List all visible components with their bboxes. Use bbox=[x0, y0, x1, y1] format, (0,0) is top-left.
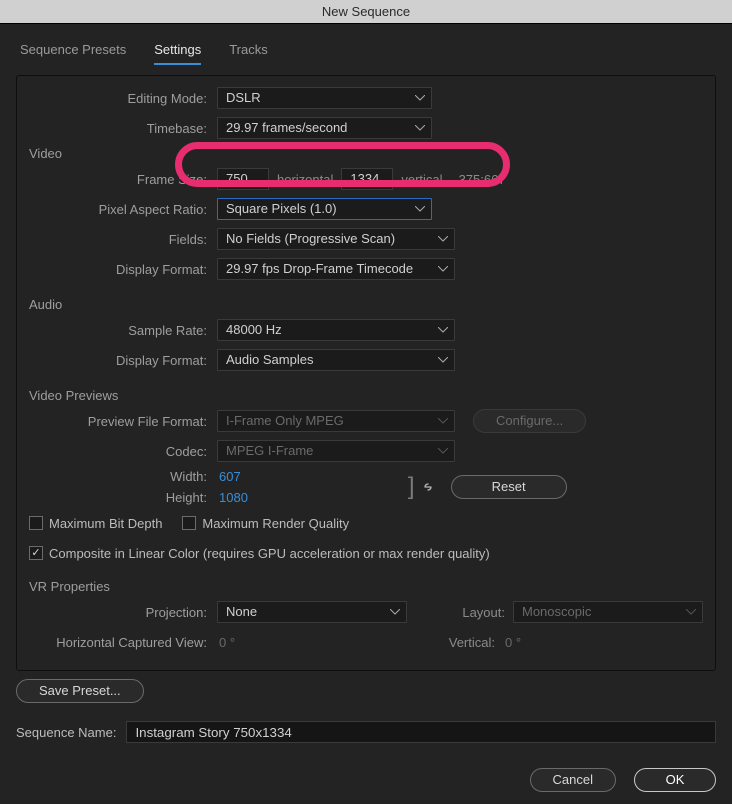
chevron-down-icon bbox=[415, 95, 425, 101]
vcaptured-label: Vertical: bbox=[435, 635, 495, 650]
chevron-down-icon bbox=[686, 609, 696, 615]
projection-label: Projection: bbox=[29, 605, 217, 620]
configure-button: Configure... bbox=[473, 409, 586, 433]
preview-height-value[interactable]: 1080 bbox=[219, 490, 248, 505]
bracket-icon: ] bbox=[398, 475, 419, 499]
chevron-down-icon bbox=[415, 206, 425, 212]
editing-mode-select[interactable]: DSLR bbox=[217, 87, 432, 109]
frame-width-input[interactable]: 750 bbox=[217, 168, 269, 190]
timebase-label: Timebase: bbox=[29, 121, 217, 136]
layout-select: Monoscopic bbox=[513, 601, 703, 623]
chevron-down-icon bbox=[438, 327, 448, 333]
max-bit-depth-label: Maximum Bit Depth bbox=[49, 516, 162, 531]
checkbox-box bbox=[182, 516, 196, 530]
cancel-button[interactable]: Cancel bbox=[530, 768, 616, 792]
chevron-down-icon bbox=[438, 266, 448, 272]
preview-fileformat-value: I-Frame Only MPEG bbox=[226, 413, 344, 428]
par-select[interactable]: Square Pixels (1.0) bbox=[217, 198, 432, 220]
layout-value: Monoscopic bbox=[522, 604, 591, 619]
max-render-quality-checkbox[interactable]: Maximum Render Quality bbox=[182, 516, 349, 531]
save-preset-button[interactable]: Save Preset... bbox=[16, 679, 144, 703]
projection-select[interactable]: None bbox=[217, 601, 407, 623]
tab-tracks[interactable]: Tracks bbox=[229, 38, 268, 65]
dialog-title: New Sequence bbox=[0, 0, 732, 24]
video-dispfmt-value: 29.97 fps Drop-Frame Timecode bbox=[226, 261, 413, 276]
hcaptured-value: 0 ° bbox=[219, 635, 235, 650]
vcaptured-value: 0 ° bbox=[505, 635, 695, 650]
frame-size-label: Frame Size: bbox=[29, 172, 217, 187]
chevron-down-icon bbox=[438, 448, 448, 454]
codec-label: Codec: bbox=[29, 444, 217, 459]
fields-value: No Fields (Progressive Scan) bbox=[226, 231, 395, 246]
audio-dispfmt-label: Display Format: bbox=[29, 353, 217, 368]
sample-rate-select[interactable]: 48000 Hz bbox=[217, 319, 455, 341]
layout-label: Layout: bbox=[445, 605, 505, 620]
chevron-down-icon bbox=[438, 418, 448, 424]
audio-dispfmt-value: Audio Samples bbox=[226, 352, 313, 367]
panel-general: Editing Mode: DSLR Timebase: 29.97 frame… bbox=[16, 75, 716, 671]
dialog-body: Sequence Presets Settings Tracks Editing… bbox=[0, 24, 732, 804]
frame-height-input[interactable]: 1334 bbox=[341, 168, 393, 190]
preview-width-value[interactable]: 607 bbox=[219, 469, 241, 484]
chevron-down-icon bbox=[390, 609, 400, 615]
video-dispfmt-label: Display Format: bbox=[29, 262, 217, 277]
sample-rate-value: 48000 Hz bbox=[226, 322, 282, 337]
preview-height-label: Height: bbox=[29, 490, 217, 505]
chevron-down-icon bbox=[415, 125, 425, 131]
audio-section-title: Audio bbox=[29, 297, 703, 312]
max-bit-depth-checkbox[interactable]: Maximum Bit Depth bbox=[29, 516, 162, 531]
fields-label: Fields: bbox=[29, 232, 217, 247]
chevron-down-icon bbox=[438, 236, 448, 242]
par-label: Pixel Aspect Ratio: bbox=[29, 202, 217, 217]
editing-mode-value: DSLR bbox=[226, 90, 261, 105]
vertical-label: vertical bbox=[401, 172, 442, 187]
preview-width-label: Width: bbox=[29, 469, 217, 484]
codec-select: MPEG I-Frame bbox=[217, 440, 455, 462]
vr-section-title: VR Properties bbox=[29, 579, 703, 594]
aspect-ratio-value: 375:667 bbox=[459, 172, 506, 187]
par-value: Square Pixels (1.0) bbox=[226, 201, 337, 216]
fields-select[interactable]: No Fields (Progressive Scan) bbox=[217, 228, 455, 250]
tab-sequence-presets[interactable]: Sequence Presets bbox=[20, 38, 126, 65]
max-render-quality-label: Maximum Render Quality bbox=[202, 516, 349, 531]
audio-dispfmt-select[interactable]: Audio Samples bbox=[217, 349, 455, 371]
preview-fileformat-select: I-Frame Only MPEG bbox=[217, 410, 455, 432]
editing-mode-label: Editing Mode: bbox=[29, 91, 217, 106]
sequence-name-label: Sequence Name: bbox=[16, 725, 116, 740]
timebase-value: 29.97 frames/second bbox=[226, 120, 347, 135]
previews-section-title: Video Previews bbox=[29, 388, 703, 403]
checkbox-box bbox=[29, 516, 43, 530]
ok-button[interactable]: OK bbox=[634, 768, 716, 792]
composite-linear-checkbox[interactable]: Composite in Linear Color (requires GPU … bbox=[29, 546, 490, 561]
sample-rate-label: Sample Rate: bbox=[29, 323, 217, 338]
tab-bar: Sequence Presets Settings Tracks bbox=[16, 38, 716, 65]
reset-button[interactable]: Reset bbox=[451, 475, 567, 499]
hcaptured-label: Horizontal Captured View: bbox=[29, 635, 217, 650]
timebase-select[interactable]: 29.97 frames/second bbox=[217, 117, 432, 139]
link-icon[interactable] bbox=[419, 478, 437, 496]
composite-linear-label: Composite in Linear Color (requires GPU … bbox=[49, 546, 490, 561]
preview-fileformat-label: Preview File Format: bbox=[29, 414, 217, 429]
chevron-down-icon bbox=[438, 357, 448, 363]
horizontal-label: horizontal bbox=[277, 172, 333, 187]
projection-value: None bbox=[226, 604, 257, 619]
video-dispfmt-select[interactable]: 29.97 fps Drop-Frame Timecode bbox=[217, 258, 455, 280]
checkbox-box bbox=[29, 546, 43, 560]
sequence-name-input[interactable] bbox=[126, 721, 716, 743]
codec-value: MPEG I-Frame bbox=[226, 443, 313, 458]
tab-settings[interactable]: Settings bbox=[154, 38, 201, 65]
video-section-title: Video bbox=[29, 146, 703, 161]
